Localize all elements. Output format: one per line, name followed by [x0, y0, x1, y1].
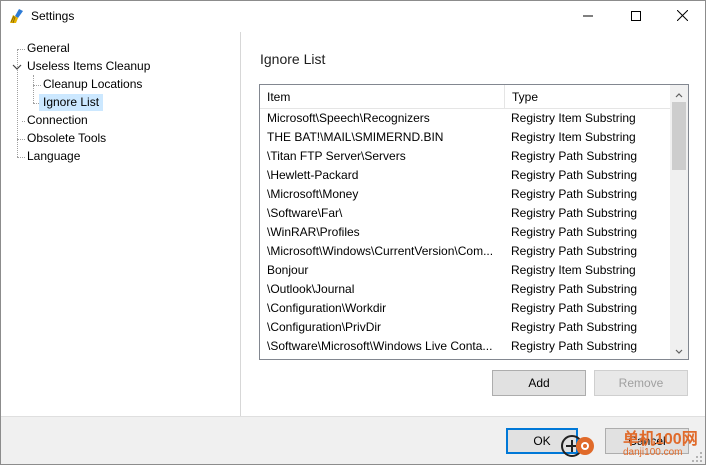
column-header-type[interactable]: Type [505, 85, 670, 109]
cell-item: \Software\Microsoft\Windows Live Conta..… [267, 339, 493, 353]
tree-item-label: Connection [27, 113, 88, 127]
table-row[interactable]: \Outlook\Journal Registry Path Substring [260, 280, 670, 299]
cell-item: \Software\Far\ [267, 206, 343, 220]
tree-guide-line [17, 49, 25, 50]
cell-item: Microsoft\Speech\Recognizers [267, 111, 430, 125]
cell-type: Registry Path Substring [511, 225, 638, 239]
cell-type: Registry Item Substring [511, 111, 636, 125]
table-row[interactable]: THE BAT!\MAIL\SMIMERND.BIN Registry Item… [260, 128, 670, 147]
scroll-up-button[interactable] [670, 85, 688, 102]
tree-item-label: Obsolete Tools [27, 131, 107, 145]
cell-item: \WinRAR\Profiles [267, 225, 360, 239]
table-row[interactable]: Microsoft\Speech\Recognizers Registry It… [260, 109, 670, 128]
broom-app-icon [9, 8, 25, 24]
tree-item-cleanup-locations[interactable]: Cleanup Locations [41, 76, 144, 93]
watermark-logo-icon [561, 429, 595, 463]
cell-type: Registry Path Substring [511, 149, 638, 163]
table-row[interactable]: \Microsoft\Windows\CurrentVersion\Com...… [260, 242, 670, 261]
cell-item: \Outlook\Journal [267, 282, 355, 296]
tree-item-ignore-list[interactable]: Ignore List [39, 94, 104, 111]
tree-guide-line [33, 85, 41, 86]
table-row[interactable]: \Titan FTP Server\Servers Registry Path … [260, 147, 670, 166]
table-header: Item Type [260, 85, 670, 109]
minimize-icon [583, 10, 593, 24]
tree-item-label: Cleanup Locations [43, 77, 143, 91]
dialog-footer [1, 416, 705, 464]
cell-type: Registry Path Substring [511, 339, 638, 353]
chevron-up-icon [675, 87, 683, 101]
column-header-item[interactable]: Item [260, 85, 505, 109]
cell-item: \Configuration\Workdir [267, 301, 387, 315]
tree-item-useless-items-cleanup[interactable]: Useless Items Cleanup [25, 58, 152, 75]
maximize-button[interactable] [613, 1, 659, 32]
tree-item-language[interactable]: Language [25, 148, 82, 165]
cell-item: \Configuration\PrivDir [267, 320, 382, 334]
cell-item: THE BAT!\MAIL\SMIMERND.BIN [267, 130, 444, 144]
table-row[interactable]: \Configuration\PrivDir Registry Path Sub… [260, 318, 670, 337]
cell-type: Registry Item Substring [511, 130, 636, 144]
close-icon [676, 9, 688, 24]
tree-guide-line [33, 75, 34, 103]
title-bar[interactable]: Settings [1, 1, 705, 32]
table-row[interactable]: \Software\Microsoft\Windows Live Conta..… [260, 337, 670, 356]
tree-item-label: Ignore List [43, 95, 100, 109]
watermark-text: 单机100网 [623, 431, 698, 448]
table-row[interactable]: \Hewlett-Packard Registry Path Substring [260, 166, 670, 185]
table-row[interactable]: \Microsoft\Money Registry Path Substring [260, 185, 670, 204]
tree-guide-line [17, 139, 25, 140]
settings-tree[interactable]: General Useless Items Cleanup Cleanup Lo… [1, 32, 240, 416]
cell-item: \Hewlett-Packard [267, 168, 359, 182]
scroll-down-button[interactable] [670, 342, 688, 359]
pane-divider[interactable] [240, 32, 241, 416]
table-row[interactable]: \Configuration\Workdir Registry Path Sub… [260, 299, 670, 318]
cell-type: Registry Path Substring [511, 320, 638, 334]
table-row[interactable]: \Software\Far\ Registry Path Substring [260, 204, 670, 223]
table-row[interactable]: \WinRAR\Profiles Registry Path Substring [260, 223, 670, 242]
chevron-down-icon [675, 344, 683, 358]
cell-type: Registry Path Substring [511, 168, 638, 182]
cell-type: Registry Path Substring [511, 206, 638, 220]
cell-type: Registry Path Substring [511, 244, 638, 258]
tree-item-label: General [27, 41, 70, 55]
watermark-url: danji100.com [623, 447, 683, 458]
page-title: Ignore List [260, 51, 326, 67]
tree-item-label: Language [27, 149, 81, 163]
cell-type: Registry Path Substring [511, 301, 638, 315]
tree-item-label: Useless Items Cleanup [27, 59, 151, 73]
resize-grip-icon[interactable] [691, 451, 703, 463]
tree-guide-line [17, 157, 25, 158]
vertical-scrollbar[interactable] [670, 85, 688, 359]
cell-item: \Microsoft\Windows\CurrentVersion\Com... [267, 244, 494, 258]
cell-item: \Titan FTP Server\Servers [267, 149, 406, 163]
cell-item: \Microsoft\Money [267, 187, 359, 201]
cell-type: Registry Item Substring [511, 263, 636, 277]
ignore-list-table[interactable]: Item Type Microsoft\Speech\Recognizers R… [259, 84, 689, 360]
close-button[interactable] [659, 1, 705, 32]
cell-type: Registry Path Substring [511, 282, 638, 296]
tree-item-obsolete-tools[interactable]: Obsolete Tools [25, 130, 108, 147]
remove-button[interactable]: Remove [594, 370, 688, 396]
cell-type: Registry Path Substring [511, 187, 638, 201]
maximize-icon [631, 10, 641, 24]
chevron-down-icon[interactable] [12, 61, 22, 71]
window-title: Settings [31, 9, 75, 23]
scrollbar-thumb[interactable] [672, 102, 686, 170]
table-row[interactable]: Bonjour Registry Item Substring [260, 261, 670, 280]
tree-item-general[interactable]: General [25, 40, 72, 57]
minimize-button[interactable] [565, 1, 611, 32]
add-button[interactable]: Add [492, 370, 586, 396]
cell-item: Bonjour [267, 263, 309, 277]
tree-item-connection[interactable]: Connection [25, 112, 90, 129]
settings-window: Settings General Useless Items Cleanup C… [0, 0, 706, 465]
